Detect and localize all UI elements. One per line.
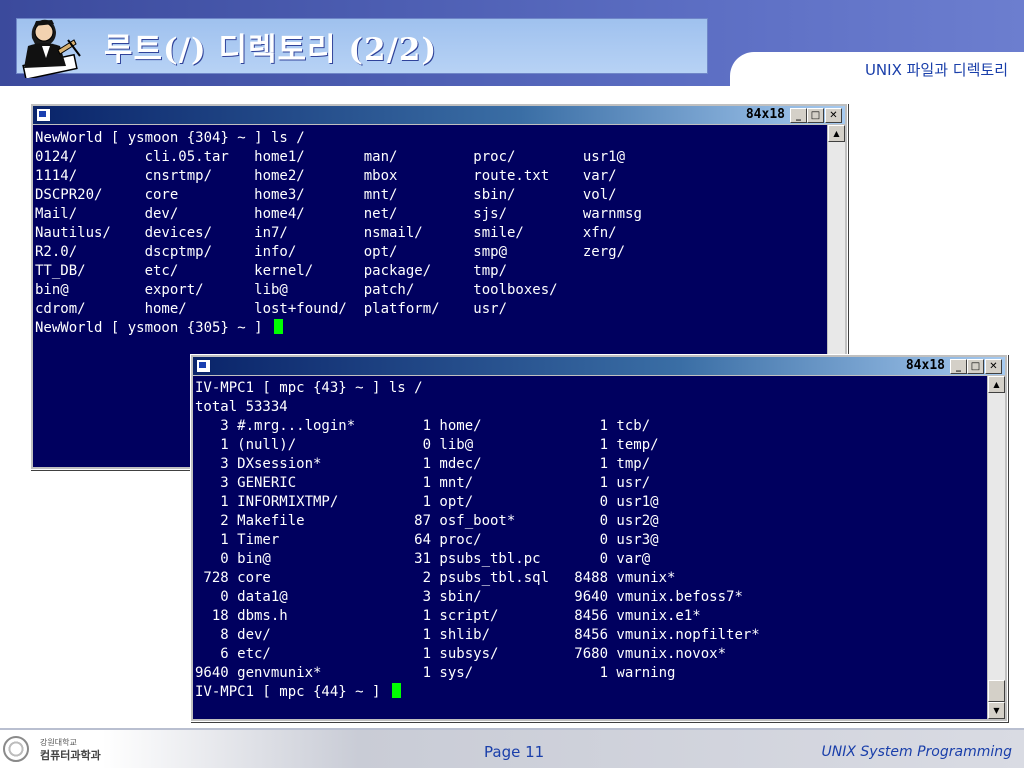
- terminal-line: 9640 genvmunix* 1 sys/ 1 warning: [195, 665, 676, 681]
- minimize-button[interactable]: _: [950, 359, 967, 374]
- terminal-titlebar[interactable]: 84x18 _ □ ✕: [193, 357, 1005, 375]
- terminal-line: DSCPR20/ core home3/ mnt/ sbin/ vol/: [35, 187, 617, 203]
- terminal-line: 3 DXsession* 1 mdec/ 1 tmp/: [195, 456, 651, 472]
- terminal-line: 0 bin@ 31 psubs_tbl.pc 0 var@: [195, 551, 651, 567]
- close-button[interactable]: ✕: [985, 359, 1002, 374]
- terminal-window-iv-mpc1[interactable]: 84x18 _ □ ✕ IV-MPC1 [ mpc {43} ~ ] ls / …: [190, 354, 1008, 722]
- logo-department-name: 컴퓨터과학과: [40, 749, 101, 762]
- terminal-prompt-line: IV-MPC1 [ mpc {44} ~ ]: [195, 683, 401, 702]
- terminal-prompt: NewWorld [ ysmoon {305} ~ ]: [35, 320, 272, 336]
- terminal-line: bin@ export/ lib@ patch/ toolboxes/: [35, 282, 558, 298]
- maximize-button[interactable]: □: [967, 359, 984, 374]
- terminal-line: 18 dbms.h 1 script/ 8456 vmunix.e1*: [195, 608, 701, 624]
- terminal-line: 6 etc/ 1 subsys/ 7680 vmunix.novox*: [195, 646, 727, 662]
- terminal-prompt-line: NewWorld [ ysmoon {305} ~ ]: [35, 319, 284, 338]
- terminal-line: 3 GENERIC 1 mnt/ 1 usr/: [195, 475, 651, 491]
- terminal-line: R2.0/ dscptmp/ info/ opt/ smp@ zerg/: [35, 244, 626, 260]
- terminal-line: 1 INFORMIXTMP/ 1 opt/ 0 usr1@: [195, 494, 659, 510]
- maximize-button[interactable]: □: [807, 108, 824, 123]
- terminal-prompt: IV-MPC1 [ mpc {44} ~ ]: [195, 684, 389, 700]
- terminal-scrollbar[interactable]: ▲ ▼: [988, 376, 1005, 719]
- terminal-line: total 53334: [195, 399, 288, 415]
- terminal-cursor: [391, 683, 401, 698]
- terminal-line: 1 (null)/ 0 lib@ 1 temp/: [195, 437, 659, 453]
- terminal-line: 1114/ cnsrtmp/ home2/ mbox route.txt var…: [35, 168, 617, 184]
- minimize-button[interactable]: _: [790, 108, 807, 123]
- terminal-line: 1 Timer 64 proc/ 0 usr3@: [195, 532, 659, 548]
- terminal-line: 2 Makefile 87 osf_boot* 0 usr2@: [195, 513, 659, 529]
- terminal-line: IV-MPC1 [ mpc {43} ~ ] ls /: [195, 380, 423, 396]
- section-subtitle: UNIX 파일과 디렉토리: [864, 61, 1008, 79]
- terminal-output[interactable]: IV-MPC1 [ mpc {43} ~ ] ls / total 53334 …: [193, 376, 987, 719]
- system-menu-icon[interactable]: [196, 359, 211, 373]
- scroll-down-icon[interactable]: ▼: [988, 702, 1005, 719]
- close-button[interactable]: ✕: [825, 108, 842, 123]
- terminal-size-label: 84x18: [905, 358, 945, 373]
- terminal-line: 8 dev/ 1 shlib/ 8456 vmunix.nopfilter*: [195, 627, 760, 643]
- page-title: 루트(/) 디렉토리 (2/2): [104, 32, 438, 68]
- university-seal-icon: [3, 736, 29, 762]
- terminal-line: 3 #.mrg...login* 1 home/ 1 tcb/: [195, 418, 651, 434]
- clipart-writer-icon: [22, 19, 81, 78]
- scroll-up-icon[interactable]: ▲: [988, 376, 1005, 393]
- terminal-line: NewWorld [ ysmoon {304} ~ ] ls /: [35, 130, 305, 146]
- terminal-line: 728 core 2 psubs_tbl.sql 8488 vmunix*: [195, 570, 676, 586]
- terminal-line: cdrom/ home/ lost+found/ platform/ usr/: [35, 301, 508, 317]
- terminal-cursor: [274, 319, 284, 334]
- terminal-line: Mail/ dev/ home4/ net/ sjs/ warnmsg: [35, 206, 642, 222]
- terminal-titlebar[interactable]: 84x18 _ □ ✕: [33, 106, 845, 124]
- terminal-line: TT_DB/ etc/ kernel/ package/ tmp/: [35, 263, 508, 279]
- terminal-line: 0 data1@ 3 sbin/ 9640 vmunix.befoss7*: [195, 589, 743, 605]
- terminal-line: Nautilus/ devices/ in7/ nsmail/ smile/ x…: [35, 225, 617, 241]
- terminal-size-label: 84x18: [745, 107, 785, 122]
- terminal-line: 0124/ cli.05.tar home1/ man/ proc/ usr1@: [35, 149, 626, 165]
- scroll-up-icon[interactable]: ▲: [828, 125, 845, 142]
- system-menu-icon[interactable]: [36, 108, 51, 122]
- page-number: Page 11: [484, 743, 545, 761]
- course-name: UNIX System Programming: [821, 744, 1012, 760]
- scroll-thumb[interactable]: [988, 680, 1005, 702]
